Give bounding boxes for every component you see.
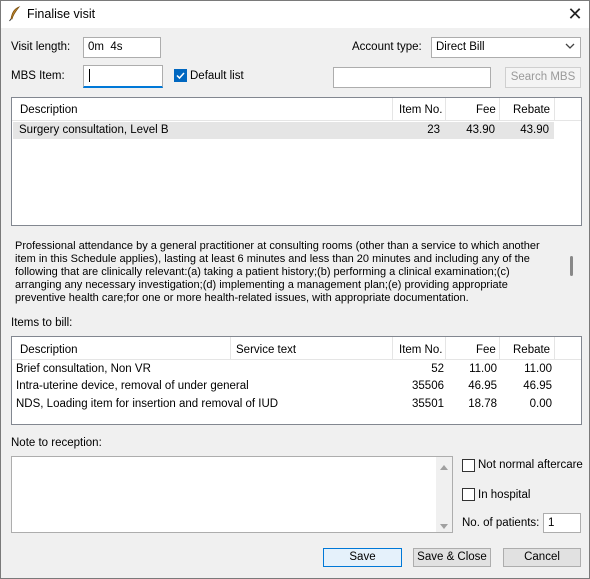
account-type-value: Direct Bill bbox=[436, 41, 485, 53]
row-fee: 18.78 bbox=[468, 398, 497, 410]
row-rebate: 0.00 bbox=[529, 398, 552, 410]
search-mbs-input[interactable] bbox=[333, 67, 491, 88]
scroll-down-icon[interactable] bbox=[440, 521, 448, 533]
table-header: Description Item No. Fee Rebate bbox=[12, 98, 581, 121]
col-fee[interactable]: Fee bbox=[476, 344, 496, 356]
table-row[interactable]: Brief consultation, Non VR 52 11.00 11.0… bbox=[13, 361, 554, 378]
close-button[interactable]: ✕ bbox=[564, 3, 586, 25]
col-description[interactable]: Description bbox=[20, 104, 78, 116]
table-header: Description Service text Item No. Fee Re… bbox=[12, 337, 581, 360]
col-description[interactable]: Description bbox=[20, 344, 78, 356]
chevron-down-icon bbox=[565, 41, 575, 55]
table-row[interactable]: NDS, Loading item for insertion and remo… bbox=[13, 396, 554, 413]
item-description-text: Professional attendance by a general pra… bbox=[15, 240, 540, 304]
col-rebate[interactable]: Rebate bbox=[513, 344, 550, 356]
row-description: Brief consultation, Non VR bbox=[16, 363, 151, 375]
note-scrollbar[interactable] bbox=[436, 457, 452, 532]
items-to-bill-label: Items to bill: bbox=[11, 317, 73, 329]
not-normal-aftercare-label: Not normal aftercare bbox=[478, 459, 583, 471]
app-feather-icon bbox=[8, 6, 22, 25]
row-rebate: 43.90 bbox=[520, 124, 549, 136]
save-button[interactable]: Save bbox=[323, 548, 402, 567]
col-item-no[interactable]: Item No. bbox=[399, 104, 442, 116]
row-fee: 43.90 bbox=[466, 124, 495, 136]
window-title: Finalise visit bbox=[27, 7, 96, 21]
close-icon: ✕ bbox=[567, 4, 583, 24]
col-fee[interactable]: Fee bbox=[476, 104, 496, 116]
scrollbar-thumb[interactable] bbox=[570, 256, 573, 276]
row-description: NDS, Loading item for insertion and remo… bbox=[16, 398, 279, 410]
title-bar: Finalise visit ✕ bbox=[1, 1, 589, 28]
row-item-no: 35506 bbox=[412, 380, 444, 392]
row-fee: 46.95 bbox=[468, 380, 497, 392]
col-rebate[interactable]: Rebate bbox=[513, 104, 550, 116]
col-item-no[interactable]: Item No. bbox=[399, 344, 442, 356]
in-hospital-checkbox[interactable] bbox=[462, 488, 475, 501]
row-rebate: 11.00 bbox=[524, 363, 552, 375]
note-to-reception-label: Note to reception: bbox=[11, 437, 102, 449]
checkmark-icon bbox=[176, 72, 185, 80]
scroll-up-icon[interactable] bbox=[440, 461, 448, 473]
default-list-checkbox[interactable] bbox=[174, 69, 187, 82]
row-description: Surgery consultation, Level B bbox=[19, 124, 169, 136]
mbs-item-label: MBS Item: bbox=[11, 70, 65, 82]
row-fee: 11.00 bbox=[469, 363, 497, 375]
item-description-box[interactable]: Professional attendance by a general pra… bbox=[11, 236, 582, 304]
save-and-close-button[interactable]: Save & Close bbox=[413, 548, 491, 567]
mbs-results-table: Description Item No. Fee Rebate Surgery … bbox=[11, 97, 582, 226]
description-scrollbar[interactable] bbox=[563, 236, 580, 304]
mbs-item-input[interactable] bbox=[83, 65, 163, 88]
visit-length-field[interactable]: 0m 4s bbox=[83, 37, 161, 58]
text-caret bbox=[89, 69, 90, 82]
items-to-bill-table: Description Service text Item No. Fee Re… bbox=[11, 336, 582, 425]
table-row[interactable]: Intra-uterine device, removal of under g… bbox=[13, 378, 554, 395]
search-mbs-button[interactable]: Search MBS bbox=[505, 67, 581, 88]
row-item-no: 35501 bbox=[412, 398, 444, 410]
finalise-visit-dialog: Finalise visit ✕ Visit length: 0m 4s Acc… bbox=[0, 0, 590, 579]
row-item-no: 23 bbox=[427, 124, 440, 136]
account-type-select[interactable]: Direct Bill bbox=[431, 37, 581, 58]
in-hospital-label: In hospital bbox=[478, 489, 531, 501]
default-list-label: Default list bbox=[190, 70, 244, 82]
row-description: Intra-uterine device, removal of under g… bbox=[16, 380, 249, 392]
no-of-patients-field[interactable]: 1 bbox=[543, 513, 581, 533]
note-to-reception-textarea[interactable] bbox=[11, 456, 453, 533]
no-of-patients-label: No. of patients: bbox=[462, 517, 540, 529]
row-rebate: 46.95 bbox=[523, 380, 552, 392]
table-row[interactable]: Surgery consultation, Level B 23 43.90 4… bbox=[13, 122, 554, 139]
not-normal-aftercare-checkbox[interactable] bbox=[462, 459, 475, 472]
col-service-text[interactable]: Service text bbox=[236, 344, 296, 356]
visit-length-label: Visit length: bbox=[11, 41, 71, 53]
cancel-button[interactable]: Cancel bbox=[503, 548, 581, 567]
row-item-no: 52 bbox=[431, 363, 444, 375]
account-type-label: Account type: bbox=[352, 41, 422, 53]
